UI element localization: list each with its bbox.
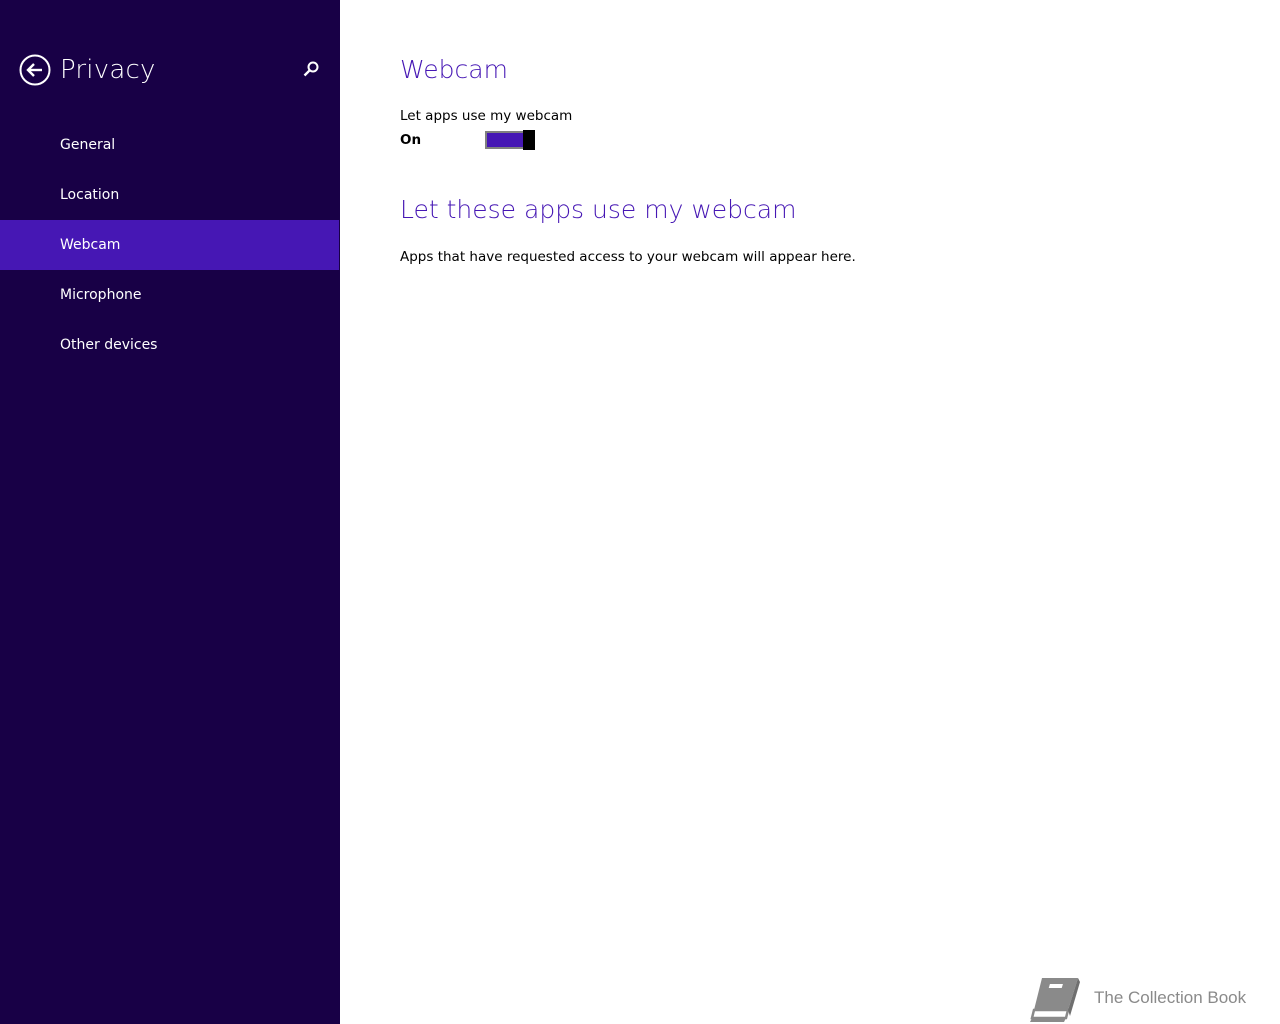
toggle-state-label: On bbox=[400, 132, 422, 148]
sidebar-title: Privacy bbox=[60, 55, 156, 85]
webcam-toggle[interactable] bbox=[485, 130, 535, 150]
sidebar-item-label: Webcam bbox=[60, 237, 121, 253]
search-icon bbox=[303, 61, 319, 77]
back-arrow-icon bbox=[19, 54, 51, 86]
sidebar: Privacy General Location Webcam Micropho… bbox=[0, 0, 340, 1024]
apps-section-title: Let these apps use my webcam bbox=[400, 195, 797, 224]
sidebar-item-label: General bbox=[60, 137, 116, 153]
toggle-fill bbox=[487, 133, 523, 147]
book-icon bbox=[1030, 978, 1080, 1022]
sidebar-item-location[interactable]: Location bbox=[0, 170, 339, 220]
webcam-setting-label: Let apps use my webcam bbox=[400, 108, 573, 124]
sidebar-item-other-devices[interactable]: Other devices bbox=[0, 320, 339, 370]
sidebar-item-microphone[interactable]: Microphone bbox=[0, 270, 339, 320]
settings-window: Privacy General Location Webcam Micropho… bbox=[0, 0, 1280, 1024]
page-title: Webcam bbox=[400, 55, 508, 84]
sidebar-item-label: Other devices bbox=[60, 337, 158, 353]
sidebar-item-webcam[interactable]: Webcam bbox=[0, 220, 339, 270]
sidebar-item-label: Location bbox=[60, 187, 120, 203]
search-button[interactable] bbox=[300, 59, 322, 81]
sidebar-item-general[interactable]: General bbox=[0, 120, 339, 170]
sidebar-item-label: Microphone bbox=[60, 287, 142, 303]
main-content: Webcam Let apps use my webcam On Let the… bbox=[400, 0, 1240, 1024]
watermark-text: The Collection Book bbox=[1094, 988, 1247, 1007]
apps-description: Apps that have requested access to your … bbox=[400, 249, 856, 265]
toggle-thumb[interactable] bbox=[523, 130, 535, 150]
watermark: The Collection Book bbox=[1028, 974, 1268, 1024]
sidebar-nav: General Location Webcam Microphone Other… bbox=[0, 120, 340, 370]
sidebar-header: Privacy bbox=[0, 50, 340, 90]
back-button[interactable] bbox=[19, 54, 51, 86]
